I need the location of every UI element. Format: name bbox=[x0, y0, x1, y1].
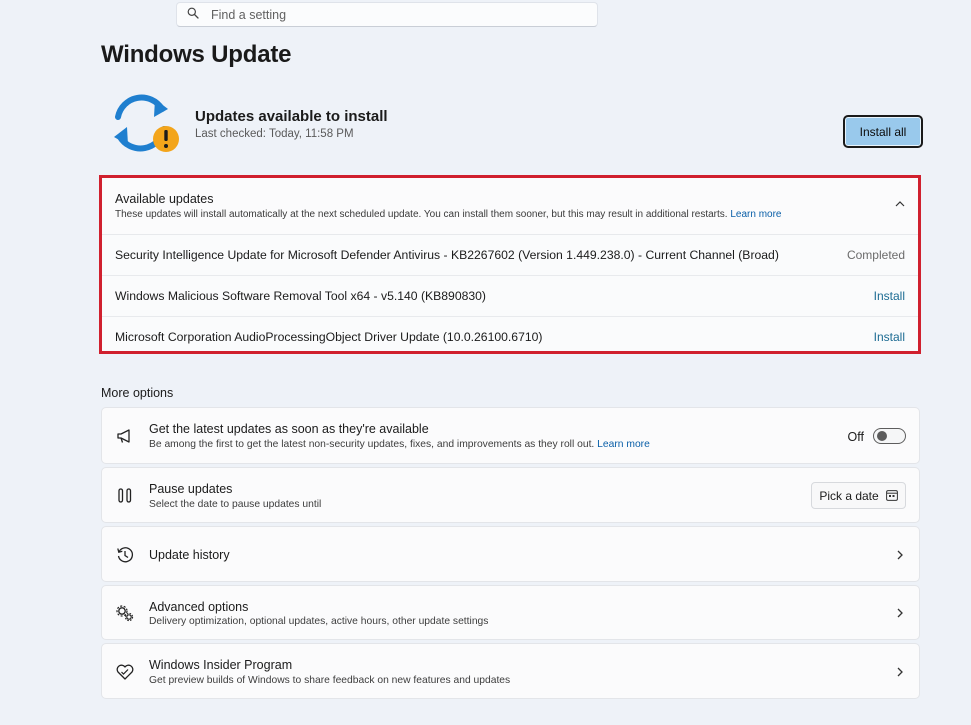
windows-insider-title: Windows Insider Program bbox=[149, 658, 293, 672]
chevron-right-icon bbox=[897, 667, 903, 677]
chevron-right-icon bbox=[897, 550, 903, 560]
calendar-icon bbox=[885, 490, 898, 501]
update-row: Security Intelligence Update for Microso… bbox=[102, 235, 918, 276]
gears-icon bbox=[115, 603, 135, 623]
search-input[interactable] bbox=[211, 7, 571, 22]
pause-updates-title: Pause updates bbox=[149, 482, 233, 496]
sync-warning-icon bbox=[108, 93, 182, 157]
update-history-title: Update history bbox=[149, 548, 230, 562]
windows-insider-card[interactable]: Windows Insider Program Get preview buil… bbox=[101, 643, 920, 699]
chevron-up-icon[interactable] bbox=[894, 198, 906, 210]
chevron-right-icon bbox=[897, 608, 903, 618]
more-options-title: More options bbox=[101, 386, 174, 400]
update-name: Microsoft Corporation AudioProcessingObj… bbox=[115, 330, 543, 344]
page-title: Windows Update bbox=[101, 41, 292, 68]
pause-updates-card: Pause updates Select the date to pause u… bbox=[101, 467, 920, 523]
install-link[interactable]: Install bbox=[874, 330, 905, 344]
update-history-card[interactable]: Update history bbox=[101, 526, 920, 582]
available-updates-header[interactable]: Available updates These updates will ins… bbox=[102, 178, 918, 235]
megaphone-icon bbox=[115, 426, 135, 446]
toggle-state-label: Off bbox=[847, 430, 864, 444]
available-updates-panel: Available updates These updates will ins… bbox=[99, 175, 921, 354]
available-updates-description: These updates will install automatically… bbox=[115, 209, 782, 220]
install-link[interactable]: Install bbox=[874, 289, 905, 303]
search-box[interactable] bbox=[176, 2, 598, 27]
pause-icon bbox=[115, 486, 135, 506]
windows-insider-subtitle: Get preview builds of Windows to share f… bbox=[149, 675, 511, 686]
last-checked: Last checked: Today, 11:58 PM bbox=[195, 128, 354, 140]
pause-updates-subtitle: Select the date to pause updates until bbox=[149, 499, 322, 510]
latest-updates-card: Get the latest updates as soon as they'r… bbox=[101, 407, 920, 464]
update-name: Security Intelligence Update for Microso… bbox=[115, 248, 779, 262]
available-updates-title: Available updates bbox=[115, 192, 214, 206]
update-status: Completed bbox=[846, 248, 905, 262]
insider-heart-icon bbox=[115, 662, 135, 682]
learn-more-link[interactable]: Learn more bbox=[597, 439, 650, 450]
pick-a-date-label: Pick a date bbox=[819, 488, 879, 503]
pick-a-date-button[interactable]: Pick a date bbox=[811, 482, 906, 509]
learn-more-link[interactable]: Learn more bbox=[730, 209, 781, 220]
update-row: Microsoft Corporation AudioProcessingObj… bbox=[102, 317, 918, 351]
history-icon bbox=[115, 545, 135, 565]
advanced-options-title: Advanced options bbox=[149, 600, 249, 614]
install-all-button[interactable]: Install all bbox=[843, 115, 923, 148]
toggle-knob bbox=[877, 431, 887, 441]
latest-updates-subtitle: Be among the first to get the latest non… bbox=[149, 439, 650, 450]
latest-updates-title: Get the latest updates as soon as they'r… bbox=[149, 422, 429, 436]
advanced-options-card[interactable]: Advanced options Delivery optimization, … bbox=[101, 585, 920, 640]
update-name: Windows Malicious Software Removal Tool … bbox=[115, 289, 486, 303]
status-title: Updates available to install bbox=[195, 108, 388, 125]
search-icon bbox=[187, 6, 199, 24]
update-row: Windows Malicious Software Removal Tool … bbox=[102, 276, 918, 317]
advanced-options-subtitle: Delivery optimization, optional updates,… bbox=[149, 616, 489, 627]
latest-updates-toggle[interactable] bbox=[873, 428, 906, 444]
